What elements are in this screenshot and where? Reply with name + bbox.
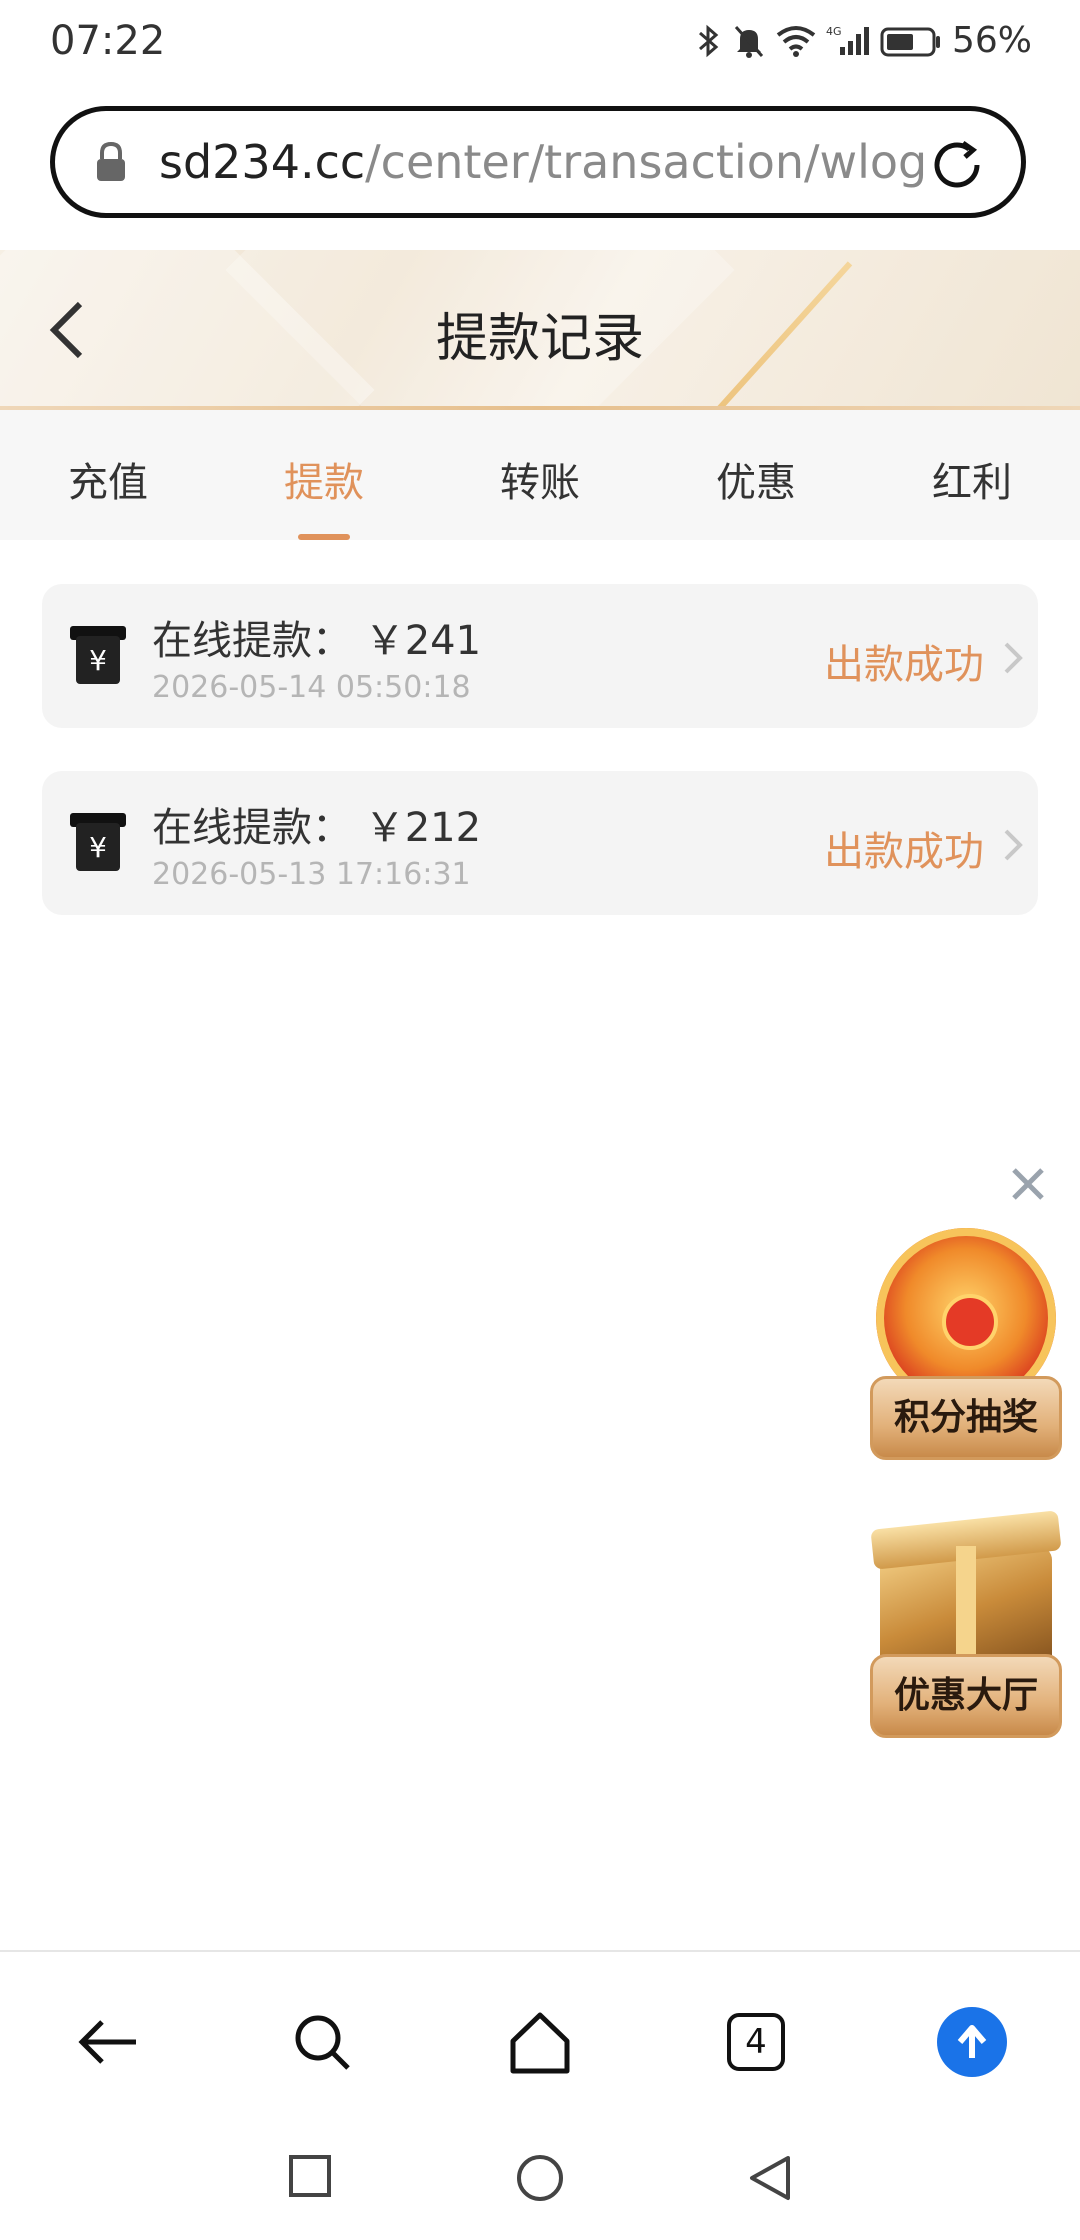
browser-toolbar: 4 — [0, 1950, 1080, 2122]
promo-label: 优惠大厅 — [870, 1654, 1062, 1738]
battery-percent: 56% — [951, 20, 1032, 61]
wheel-hub — [942, 1294, 998, 1350]
tab-withdraw[interactable]: 提款 — [216, 450, 432, 508]
upload-button[interactable] — [932, 2002, 1012, 2082]
bluetooth-icon — [696, 23, 722, 59]
recents-icon[interactable] — [288, 2154, 332, 2202]
svg-text:¥: ¥ — [89, 644, 107, 677]
back-icon[interactable] — [68, 2002, 148, 2082]
page-title: 提款记录 — [435, 309, 644, 369]
chevron-right-icon — [1002, 640, 1024, 680]
record-title: 在线提款： ￥212 — [152, 805, 482, 851]
close-icon[interactable] — [1008, 1164, 1048, 1208]
promo-hall[interactable]: 优惠大厅 — [866, 1506, 1066, 1746]
battery-icon — [880, 23, 942, 59]
url-host: sd234.cc — [159, 135, 366, 189]
status-bar: 07:22 4G 56% — [0, 0, 1080, 86]
tab-transfer[interactable]: 转账 — [432, 450, 648, 508]
record-title: 在线提款： ￥241 — [152, 618, 482, 664]
tab-count: 4 — [727, 2013, 785, 2071]
signal-icon: 4G — [826, 23, 870, 59]
url-text[interactable]: sd234.cc/center/transaction/wlog — [159, 135, 927, 189]
promo-label: 积分抽奖 — [870, 1376, 1062, 1460]
system-navigation — [0, 2120, 1080, 2240]
record-status: 出款成功 — [824, 829, 984, 875]
tabs-button[interactable]: 4 — [716, 2002, 796, 2082]
withdraw-wallet-icon: ¥ — [68, 622, 128, 690]
active-tab-indicator — [298, 534, 350, 540]
home-circle-icon[interactable] — [516, 2154, 564, 2206]
record-time: 2026-05-13 17:16:31 — [152, 857, 471, 892]
tab-deposit[interactable]: 充值 — [0, 450, 216, 508]
status-time: 07:22 — [50, 18, 166, 64]
reload-icon[interactable] — [929, 137, 985, 197]
record-status: 出款成功 — [824, 642, 984, 688]
search-icon[interactable] — [282, 2002, 362, 2082]
lock-icon — [93, 141, 129, 189]
tab-promotions[interactable]: 优惠 — [648, 450, 864, 508]
page-header: 提款记录 — [0, 250, 1080, 410]
wifi-icon — [776, 23, 816, 59]
chevron-right-icon — [1002, 827, 1024, 867]
record-time: 2026-05-14 05:50:18 — [152, 670, 471, 705]
lucky-wheel-promo[interactable]: 积分抽奖 — [866, 1228, 1066, 1468]
network-type: 4G — [826, 25, 842, 38]
status-icons: 4G 56% — [696, 20, 1032, 61]
tab-bonus[interactable]: 红利 — [864, 450, 1080, 508]
arrow-up-icon — [937, 2007, 1007, 2077]
list-item[interactable]: ¥ 在线提款： ￥212 2026-05-13 17:16:31 出款成功 — [42, 771, 1038, 915]
svg-text:¥: ¥ — [89, 831, 107, 864]
url-path: /center/transaction/wlog — [365, 135, 928, 189]
back-triangle-icon[interactable] — [748, 2154, 792, 2206]
address-bar[interactable]: sd234.cc/center/transaction/wlog — [50, 106, 1026, 218]
tab-bar: 充值 提款 转账 优惠 红利 — [0, 410, 1080, 540]
home-icon[interactable] — [500, 2002, 580, 2082]
list-item[interactable]: ¥ 在线提款： ￥241 2026-05-14 05:50:18 出款成功 — [42, 584, 1038, 728]
withdraw-wallet-icon: ¥ — [68, 809, 128, 877]
mute-bell-icon — [732, 23, 766, 59]
